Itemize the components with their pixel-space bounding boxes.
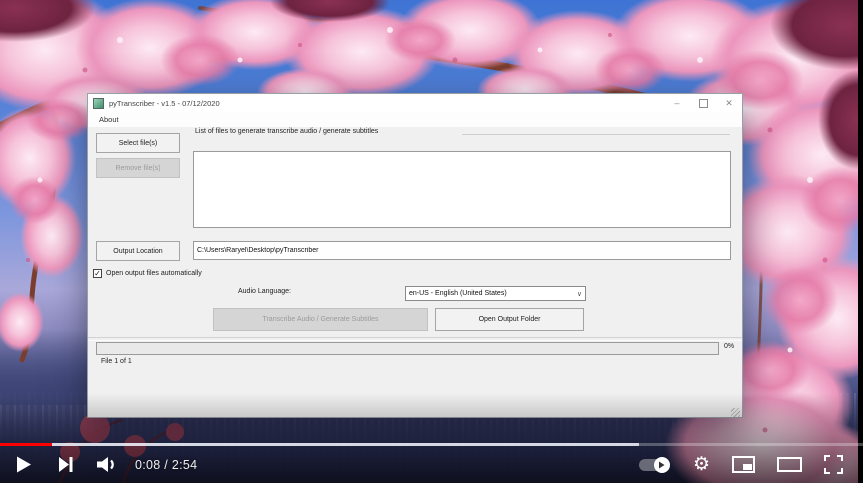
divider (88, 337, 742, 341)
next-icon (59, 457, 73, 472)
app-icon (93, 98, 104, 109)
video-frame: pyTranscriber - v1.5 - 07/12/2020 – ✕ Ab… (0, 0, 863, 483)
play-icon (16, 456, 31, 473)
select-files-button[interactable]: Select file(s) (96, 133, 180, 153)
menu-about[interactable]: About (96, 115, 122, 124)
audio-language-label: Audio Language: (238, 288, 291, 295)
file-list[interactable] (193, 151, 731, 228)
autoplay-toggle-track (639, 459, 669, 471)
menu-bar: About (88, 112, 742, 127)
audio-language-select[interactable]: en-US - English (United States) ∨ (405, 286, 586, 301)
autoplay-play-icon (658, 461, 665, 469)
chevron-down-icon: ∨ (577, 290, 582, 298)
output-path-input[interactable] (193, 241, 731, 260)
player-controls: 0:08 / 2:54 ⚙ (0, 446, 863, 483)
volume-icon (97, 456, 119, 473)
window-content: Select file(s) Remove file(s) List of fi… (88, 127, 742, 419)
progress-percent: 0% (724, 343, 734, 350)
settings-button[interactable]: ⚙ (693, 455, 710, 474)
remove-files-button: Remove file(s) (96, 158, 180, 178)
theater-mode-icon (777, 457, 802, 472)
window-controls: – ✕ (664, 94, 742, 112)
volume-button[interactable] (97, 456, 119, 473)
maximize-icon[interactable] (690, 94, 716, 112)
theater-mode-button[interactable] (777, 457, 802, 472)
fullscreen-button[interactable] (824, 455, 843, 474)
group-box-line (462, 134, 730, 135)
play-button[interactable] (16, 456, 31, 473)
autoplay-toggle-knob (654, 457, 670, 473)
time-display: 0:08 / 2:54 (135, 458, 197, 472)
next-button[interactable] (59, 457, 73, 472)
pytranscriber-window: pyTranscriber - v1.5 - 07/12/2020 – ✕ Ab… (87, 93, 743, 418)
file-counter: File 1 of 1 (101, 358, 132, 365)
output-location-button[interactable]: Output Location (96, 241, 180, 261)
open-output-row[interactable]: ✓ Open output files automatically (93, 269, 202, 278)
window-title: pyTranscriber - v1.5 - 07/12/2020 (109, 99, 220, 108)
maximize-glyph (699, 99, 708, 108)
miniplayer-icon (732, 456, 755, 473)
audio-language-value: en-US - English (United States) (409, 290, 507, 297)
gear-icon: ⚙ (693, 455, 710, 474)
transcription-progress-bar (96, 342, 719, 355)
minimize-icon[interactable]: – (664, 94, 690, 112)
transcribe-button: Transcribe Audio / Generate Subtitles (213, 308, 428, 331)
autoplay-toggle[interactable] (639, 459, 669, 471)
open-output-label: Open output files automatically (106, 270, 202, 277)
file-list-label: List of files to generate transcribe aud… (195, 128, 378, 135)
close-icon[interactable]: ✕ (716, 94, 742, 112)
miniplayer-button[interactable] (732, 456, 755, 473)
title-bar[interactable]: pyTranscriber - v1.5 - 07/12/2020 – ✕ (88, 94, 742, 112)
checkbox-checked-icon[interactable]: ✓ (93, 269, 102, 278)
fullscreen-icon (824, 455, 843, 474)
open-output-folder-button[interactable]: Open Output Folder (435, 308, 584, 331)
